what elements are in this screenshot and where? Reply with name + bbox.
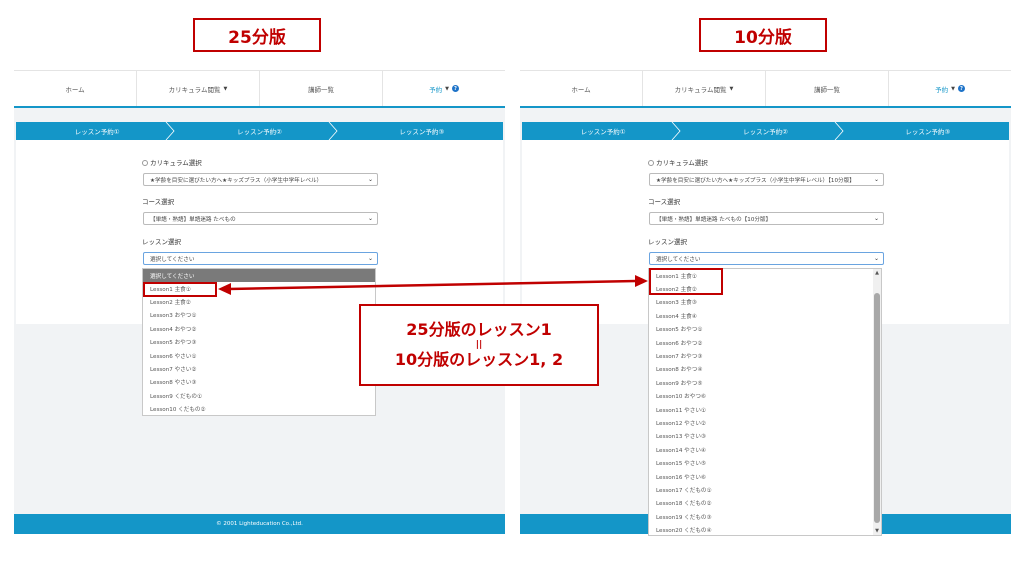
double-arrow-icon xyxy=(218,275,648,295)
callout-line-25min: 25分版のレッスン1 xyxy=(406,319,552,339)
comparison-callout: 25分版のレッスン1 || 10分版のレッスン1, 2 xyxy=(359,304,599,386)
callout-equals: || xyxy=(475,339,483,350)
callout-line-10min: 10分版のレッスン1, 2 xyxy=(394,349,564,369)
